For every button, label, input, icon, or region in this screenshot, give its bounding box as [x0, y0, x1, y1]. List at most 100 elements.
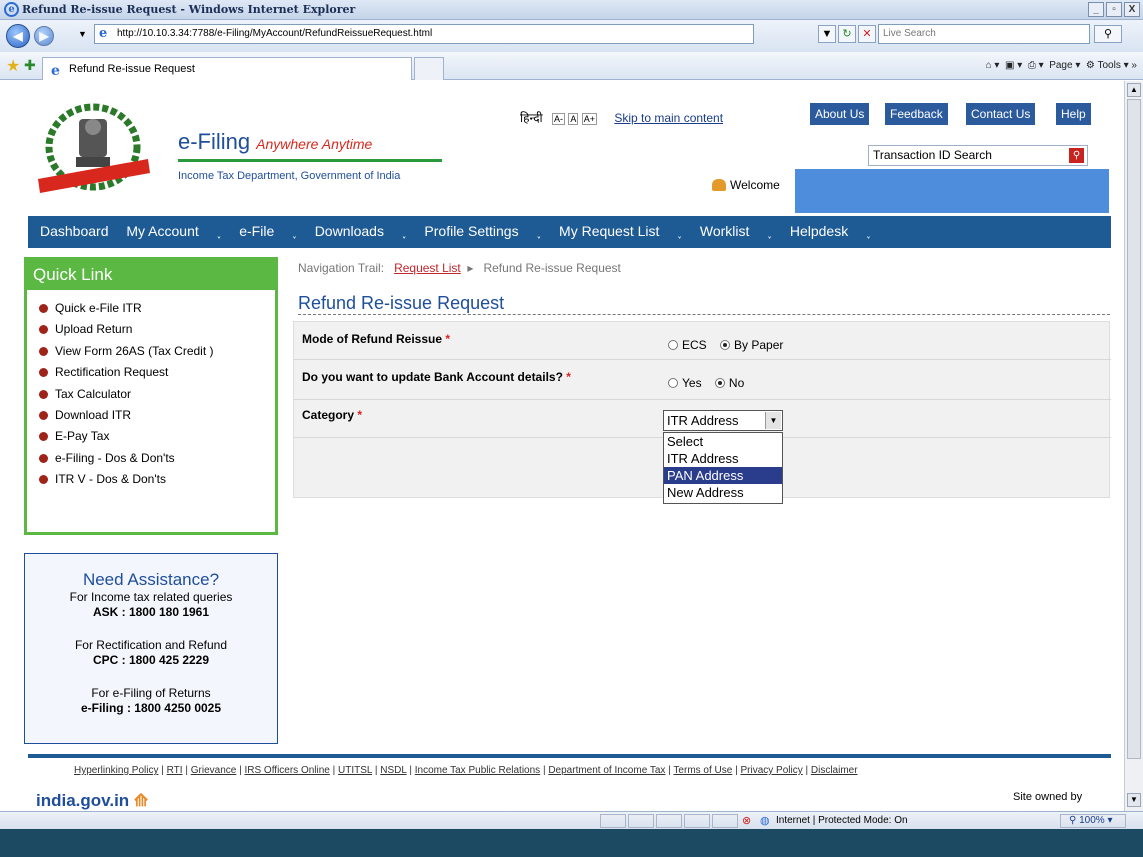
- breadcrumb-request-list[interactable]: Request List: [394, 261, 461, 275]
- browser-tab[interactable]: e Refund Re-issue Request: [42, 57, 412, 80]
- nav-downloads[interactable]: Downloads ˯: [315, 223, 407, 239]
- forward-button[interactable]: ▶: [34, 26, 54, 46]
- category-label: Category *: [302, 408, 363, 422]
- window-title-bar: e Refund Re-issue Request - Windows Inte…: [0, 0, 1143, 20]
- font-larger-button[interactable]: A+: [581, 113, 597, 125]
- page-menu[interactable]: Page ▾: [1049, 60, 1080, 71]
- nav-my-account[interactable]: My Account ˯: [126, 223, 221, 239]
- radio-icon: [668, 378, 678, 388]
- department-name: Income Tax Department, Government of Ind…: [178, 170, 401, 182]
- nav-worklist[interactable]: Worklist ˯: [700, 223, 772, 239]
- footer-link[interactable]: NSDL: [380, 765, 406, 776]
- mode-by-paper-radio[interactable]: By Paper: [720, 338, 783, 352]
- footer-link[interactable]: Terms of Use: [673, 765, 732, 776]
- skip-to-main-link[interactable]: Skip to main content: [614, 111, 723, 125]
- bank-radio-group: Yes No: [668, 376, 754, 390]
- quick-link-item[interactable]: e-Filing - Dos & Don'ts: [39, 448, 214, 469]
- zoom-level[interactable]: ⚲ 100% ▾: [1060, 814, 1126, 828]
- quick-link-item[interactable]: View Form 26AS (Tax Credit ): [39, 341, 214, 362]
- address-bar-input[interactable]: e http://10.10.3.34:7788/e-Filing/MyAcco…: [94, 24, 754, 44]
- help-button[interactable]: Help: [1056, 103, 1091, 125]
- security-zone[interactable]: Internet | Protected Mode: On: [776, 815, 908, 826]
- assist-line: For e-Filing of Returns: [91, 686, 211, 700]
- form-row-mode: Mode of Refund Reissue * ECS By Paper: [294, 322, 1111, 360]
- popup-blocked-icon[interactable]: ⊗: [742, 814, 751, 827]
- tools-menu[interactable]: ⚙ Tools ▾: [1086, 60, 1129, 71]
- quick-link-item[interactable]: E-Pay Tax: [39, 426, 214, 447]
- footer-link[interactable]: IRS Officers Online: [244, 765, 329, 776]
- footer-link[interactable]: Income Tax Public Relations: [415, 765, 540, 776]
- quick-link-item[interactable]: ITR V - Dos & Don'ts: [39, 469, 214, 490]
- scroll-down-icon[interactable]: ▼: [1127, 793, 1141, 807]
- feeds-icon[interactable]: ▣ ▾: [1005, 60, 1022, 71]
- assist-line: For Income tax related queries: [69, 590, 233, 604]
- font-normal-button[interactable]: A: [568, 113, 579, 125]
- radio-selected-icon: [714, 378, 725, 388]
- quick-link-item[interactable]: Download ITR: [39, 405, 214, 426]
- maximize-button[interactable]: ▫: [1106, 2, 1122, 17]
- mode-radio-group: ECS By Paper: [668, 338, 793, 352]
- transaction-id-search-input[interactable]: Transaction ID Search ⚲: [868, 145, 1088, 166]
- search-icon[interactable]: ⚲: [1094, 25, 1122, 43]
- category-option-highlighted[interactable]: PAN Address: [664, 467, 782, 484]
- radio-icon: [668, 340, 678, 350]
- favorites-star-icon[interactable]: ★: [6, 56, 20, 76]
- nav-helpdesk[interactable]: Helpdesk ˯: [790, 223, 871, 239]
- footer-link[interactable]: Hyperlinking Policy: [74, 765, 158, 776]
- india-gov-logo[interactable]: india.gov.in ⟰: [36, 791, 148, 811]
- stop-icon[interactable]: ✕: [858, 25, 876, 43]
- quick-link-item[interactable]: Quick e-File ITR: [39, 298, 214, 319]
- need-assistance-panel: Need Assistance? For Income tax related …: [24, 553, 278, 744]
- minimize-button[interactable]: _: [1088, 2, 1104, 17]
- footer-link[interactable]: Department of Income Tax: [548, 765, 665, 776]
- new-tab-button[interactable]: [414, 57, 444, 80]
- nav-my-request-list[interactable]: My Request List ˯: [559, 223, 682, 239]
- history-dropdown-icon[interactable]: ▼: [78, 29, 87, 39]
- vertical-scrollbar[interactable]: ▲ ▼: [1124, 81, 1143, 811]
- mode-ecs-radio[interactable]: ECS: [668, 338, 707, 352]
- refresh-icon[interactable]: ↻: [838, 25, 856, 43]
- feedback-button[interactable]: Feedback: [885, 103, 948, 125]
- print-icon[interactable]: ⎙ ▾: [1028, 60, 1044, 71]
- footer-links: Hyperlinking Policy | RTI | Grievance | …: [74, 765, 858, 776]
- footer-link[interactable]: UTITSL: [338, 765, 372, 776]
- taskbar: [0, 829, 1143, 857]
- live-search-input[interactable]: Live Search: [878, 24, 1090, 44]
- globe-icon: ◍: [760, 815, 770, 827]
- font-smaller-button[interactable]: A-: [552, 113, 566, 125]
- address-dropdown-button[interactable]: ▼: [818, 25, 836, 43]
- quick-link-item[interactable]: Rectification Request: [39, 362, 214, 383]
- back-button[interactable]: ◀: [6, 24, 30, 48]
- nav-e-file[interactable]: e-File ˯: [239, 223, 297, 239]
- footer-link[interactable]: Disclaimer: [811, 765, 858, 776]
- quick-link-item[interactable]: Tax Calculator: [39, 384, 214, 405]
- bank-no-radio[interactable]: No: [714, 376, 744, 390]
- add-favorites-icon[interactable]: ✚: [24, 57, 36, 74]
- category-option[interactable]: Select: [664, 433, 782, 450]
- refund-reissue-form: Mode of Refund Reissue * ECS By Paper Do…: [293, 321, 1111, 504]
- close-button[interactable]: X: [1124, 2, 1140, 17]
- footer-link[interactable]: Grievance: [191, 765, 237, 776]
- category-dropdown-list: Select ITR Address PAN Address New Addre…: [663, 432, 783, 504]
- category-option[interactable]: ITR Address: [664, 450, 782, 467]
- footer-link[interactable]: Privacy Policy: [740, 765, 802, 776]
- assist-line: For Rectification and Refund: [74, 638, 228, 652]
- category-option[interactable]: New Address: [664, 484, 782, 501]
- footer-link[interactable]: RTI: [167, 765, 183, 776]
- contact-us-button[interactable]: Contact Us: [966, 103, 1036, 125]
- about-us-button[interactable]: About Us: [810, 103, 870, 125]
- quick-link-item[interactable]: Upload Return: [39, 319, 214, 340]
- bank-yes-radio[interactable]: Yes: [668, 376, 702, 390]
- category-select[interactable]: ITR Address ▼: [663, 410, 783, 431]
- nav-dashboard[interactable]: Dashboard: [40, 223, 109, 239]
- scroll-thumb[interactable]: [1127, 99, 1141, 759]
- assist-phone: e-Filing : 1800 4250 0025: [80, 701, 222, 715]
- search-icon[interactable]: ⚲: [1069, 148, 1084, 163]
- scroll-up-icon[interactable]: ▲: [1127, 83, 1141, 97]
- accessibility-links: हिन्दी A- A A+ Skip to main content: [520, 109, 723, 126]
- form-row-bank: Do you want to update Bank Account detai…: [294, 360, 1111, 400]
- chevron-down-icon[interactable]: ▼: [765, 412, 781, 429]
- hindi-link[interactable]: हिन्दी: [520, 111, 543, 125]
- home-icon[interactable]: ⌂ ▾: [986, 60, 1000, 71]
- nav-profile-settings[interactable]: Profile Settings ˯: [424, 223, 541, 239]
